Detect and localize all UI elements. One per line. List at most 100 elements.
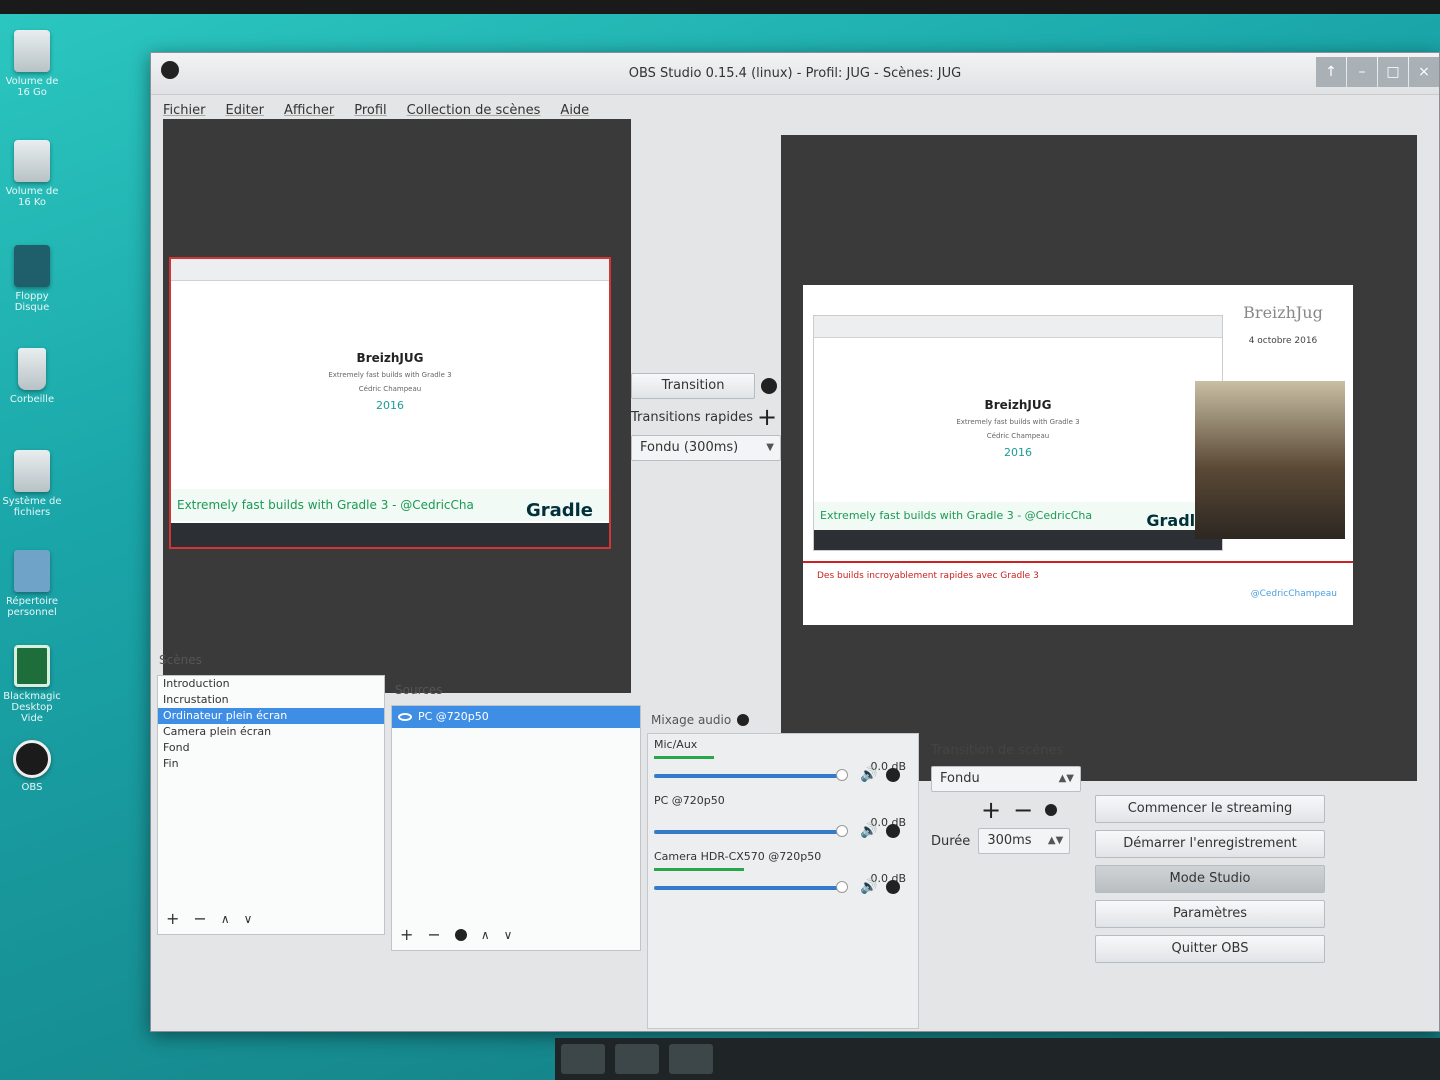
scene-item[interactable]: Fin <box>158 756 384 772</box>
scenes-label: Scènes <box>159 653 202 667</box>
speaker-icon[interactable]: 🔊 <box>860 823 877 839</box>
channel-name: Mic/Aux <box>654 738 698 751</box>
controls-panel: Commencer le streaming Démarrer l'enregi… <box>1095 795 1325 970</box>
add-source-icon[interactable]: + <box>400 925 413 944</box>
quick-transitions-label: Transitions rapides <box>631 409 753 425</box>
channel-gear-icon[interactable] <box>886 880 900 894</box>
maximize-button[interactable]: □ <box>1378 57 1408 87</box>
menu-collection-scenes[interactable]: Collection de scènes <box>407 103 541 118</box>
remove-transition-icon[interactable]: − <box>1013 798 1033 822</box>
keep-above-button[interactable]: ↑ <box>1316 57 1346 87</box>
close-button[interactable]: × <box>1409 57 1439 87</box>
sources-list: PC @720p50 + − ∧ ∨ <box>391 705 641 951</box>
volume-fader[interactable] <box>654 774 844 778</box>
move-up-icon[interactable]: ∧ <box>221 912 230 926</box>
add-quick-transition-icon[interactable]: + <box>757 405 777 429</box>
minimize-button[interactable]: – <box>1347 57 1377 87</box>
speaker-icon[interactable]: 🔊 <box>860 879 877 895</box>
quick-transition-select[interactable]: Fondu (300ms) ▼ <box>631 435 781 461</box>
settings-button[interactable]: Paramètres <box>1095 900 1325 928</box>
taskbar-app-button[interactable] <box>561 1044 605 1074</box>
slide-year: 2016 <box>1004 446 1032 459</box>
scenes-list: Introduction Incrustation Ordinateur ple… <box>157 675 385 935</box>
menu-fichier[interactable]: Fichier <box>163 103 206 118</box>
fader-knob[interactable] <box>836 769 848 781</box>
desktop-icon-volume-16ko[interactable]: Volume de 16 Ko <box>0 140 64 208</box>
remove-source-icon[interactable]: − <box>427 925 440 944</box>
scene-item[interactable]: Camera plein écran <box>158 724 384 740</box>
source-item[interactable]: PC @720p50 <box>392 706 640 728</box>
obs-window: OBS Studio 0.15.4 (linux) - Profil: JUG … <box>150 52 1440 1032</box>
fader-knob[interactable] <box>836 825 848 837</box>
start-recording-button[interactable]: Démarrer l'enregistrement <box>1095 830 1325 858</box>
fader-knob[interactable] <box>836 881 848 893</box>
scene-transition-select[interactable]: Fondu ▲▼ <box>931 766 1081 792</box>
desktop-icon-obs[interactable]: OBS <box>0 740 64 793</box>
taskbar-terminal-button[interactable] <box>615 1044 659 1074</box>
channel-gear-icon[interactable] <box>886 768 900 782</box>
desktop-icon-trash[interactable]: Corbeille <box>0 348 64 405</box>
chevron-down-icon: ▲▼ <box>1058 773 1074 784</box>
quit-button[interactable]: Quitter OBS <box>1095 935 1325 963</box>
scene-item[interactable]: Introduction <box>158 676 384 692</box>
duration-input[interactable]: 300ms ▲▼ <box>978 828 1071 854</box>
move-down-icon[interactable]: ∨ <box>504 928 513 942</box>
move-up-icon[interactable]: ∧ <box>481 928 490 942</box>
desktop-taskbar <box>555 1038 1440 1080</box>
source-item-label: PC @720p50 <box>418 710 489 723</box>
transition-gear-icon[interactable] <box>1045 804 1058 816</box>
channel-gear-icon[interactable] <box>886 824 900 838</box>
program-output-frame: BreizhJUG Extremely fast builds with Gra… <box>803 285 1353 625</box>
menu-profil[interactable]: Profil <box>354 103 386 118</box>
drive-icon <box>14 450 50 492</box>
breizhjug-brand: BreizhJug 4 octobre 2016 <box>1223 303 1343 346</box>
preview-panel[interactable]: BreizhJUG Extremely fast builds with Gra… <box>163 119 631 693</box>
scene-item[interactable]: Incrustation <box>158 692 384 708</box>
remove-scene-icon[interactable]: − <box>193 909 206 928</box>
transition-button[interactable]: Transition <box>631 373 755 399</box>
volume-fader[interactable] <box>654 886 844 890</box>
taskbar-files-button[interactable] <box>669 1044 713 1074</box>
gradle-logo: Gradle <box>525 500 593 521</box>
slide-title: BreizhJUG <box>984 398 1052 412</box>
slide-author: Cédric Champeau <box>986 432 1050 440</box>
audio-mixer: Mic/Aux 0.0 dB 🔊 PC @720p50 0.0 dB 🔊 Cam… <box>647 733 919 1029</box>
desktop-icon-label: Système de fichiers <box>2 496 62 518</box>
scene-item-selected[interactable]: Ordinateur plein écran <box>158 708 384 724</box>
eye-icon[interactable] <box>398 713 412 721</box>
menu-editer[interactable]: Editer <box>226 103 265 118</box>
preview-source-frame[interactable]: BreizhJUG Extremely fast builds with Gra… <box>169 257 611 549</box>
add-transition-icon[interactable]: + <box>981 798 1001 822</box>
title-bar[interactable]: OBS Studio 0.15.4 (linux) - Profil: JUG … <box>151 53 1439 95</box>
desktop-icon-floppy[interactable]: Floppy Disque <box>0 245 64 313</box>
desktop-icon-volume-16go[interactable]: Volume de 16 Go <box>0 30 64 98</box>
desktop-icon-filesystem[interactable]: Système de fichiers <box>0 450 64 518</box>
mixer-channel: PC @720p50 0.0 dB 🔊 <box>648 790 918 846</box>
transition-gear-icon[interactable] <box>761 378 777 394</box>
scenes-toolbar: + − ∧ ∨ <box>166 909 252 928</box>
menu-afficher[interactable]: Afficher <box>284 103 334 118</box>
window-controls: ↑ – □ × <box>1315 57 1439 87</box>
lower-third-title: Des builds incroyablement rapides avec G… <box>817 571 1039 581</box>
add-scene-icon[interactable]: + <box>166 909 179 928</box>
speaker-icon[interactable]: 🔊 <box>860 767 877 783</box>
desktop-icon-label: Corbeille <box>9 394 55 405</box>
desktop-icon-blackmagic[interactable]: Blackmagic Desktop Vide <box>0 645 64 724</box>
scene-item[interactable]: Fond <box>158 740 384 756</box>
scene-transition-panel: Transition de scènes Fondu ▲▼ + − Durée 3… <box>931 743 1101 854</box>
menu-aide[interactable]: Aide <box>560 103 589 118</box>
mixer-gear-icon[interactable] <box>737 714 750 726</box>
window-title: OBS Studio 0.15.4 (linux) - Profil: JUG … <box>628 66 962 81</box>
start-streaming-button[interactable]: Commencer le streaming <box>1095 795 1325 823</box>
desktop-icon-home[interactable]: Répertoire personnel <box>0 550 64 618</box>
transition-tools: + − <box>981 798 1101 822</box>
slide-content: BreizhJUG Extremely fast builds with Gra… <box>171 281 609 412</box>
spinner-icon: ▲▼ <box>1047 835 1064 846</box>
channel-name: PC @720p50 <box>654 794 725 807</box>
source-properties-gear-icon[interactable] <box>454 928 467 941</box>
sources-label: Sources <box>395 683 443 697</box>
volume-fader[interactable] <box>654 830 844 834</box>
move-down-icon[interactable]: ∨ <box>244 912 253 926</box>
channel-name: Camera HDR-CX570 @720p50 <box>654 850 822 863</box>
studio-mode-button[interactable]: Mode Studio <box>1095 865 1325 893</box>
